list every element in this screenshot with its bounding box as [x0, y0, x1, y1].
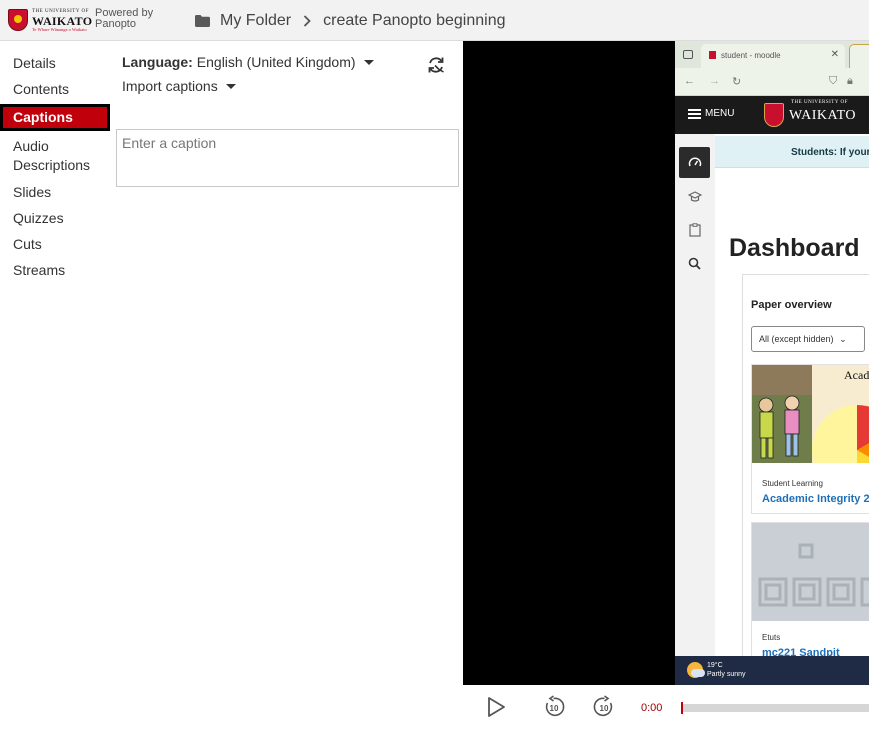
site-logo-text: WAIKATO: [789, 108, 857, 123]
waikato-logo[interactable]: THE UNIVERSITY OF WAIKATO Te Whare Wānan…: [8, 8, 92, 34]
site-menu-button: MENU: [688, 108, 734, 119]
course-card-image: Acad Inte: [752, 365, 869, 463]
weather-widget: 19°C Partly sunny: [707, 661, 746, 679]
rewind-10-button[interactable]: 10: [542, 695, 566, 719]
dashboard-title: Dashboard: [729, 234, 860, 262]
play-button[interactable]: [484, 695, 508, 719]
course-card: Etuts mc221 Sandpit: [751, 522, 869, 672]
panopto-brand-text: Panopto: [95, 18, 136, 30]
weather-temperature: 19°C: [707, 662, 723, 669]
browser-tab-title: student - moodle: [721, 51, 781, 60]
caption-input[interactable]: [116, 129, 459, 187]
forward-arrow-icon: →: [709, 75, 720, 87]
paper-overview-card: Paper overview All (except hidden) ⌄ Aca…: [742, 274, 869, 672]
search-icon: [679, 248, 710, 279]
breadcrumb-session-title: create Panopto beginning: [323, 12, 506, 29]
editor-sidebar: Details Contents Captions Audio Descript…: [0, 41, 110, 279]
browser-tab-bar: student - moodle ✕: [675, 41, 869, 68]
video-player[interactable]: student - moodle ✕ ← → ↻ ⛉ 🔒︎ MENU THE U…: [463, 41, 869, 685]
hamburger-icon: [688, 108, 701, 119]
top-bar: THE UNIVERSITY OF WAIKATO Te Whare Wānan…: [0, 0, 869, 41]
os-taskbar: 19°C Partly sunny: [675, 656, 869, 685]
dashboard-icon: [679, 147, 710, 178]
video-frame-screen-recording: student - moodle ✕ ← → ↻ ⛉ 🔒︎ MENU THE U…: [675, 41, 869, 685]
sidebar-item-quizzes[interactable]: Quizzes: [0, 210, 110, 227]
breadcrumb-folder-link[interactable]: My Folder: [220, 12, 291, 30]
browser-tab: student - moodle ✕: [701, 44, 845, 68]
import-captions-dropdown[interactable]: Import captions: [122, 78, 236, 94]
language-label: Language:: [122, 54, 193, 70]
refresh-icon[interactable]: [426, 55, 446, 75]
paper-overview-filter: All (except hidden) ⌄: [751, 326, 865, 352]
shield-icon: ⛉: [829, 75, 838, 87]
sidebar-item-slides[interactable]: Slides: [0, 184, 110, 201]
waikato-crest-icon: [8, 9, 28, 31]
timeline-scrubber[interactable]: [681, 702, 869, 714]
captions-panel: Language: English (United Kingdom) Impor…: [110, 41, 463, 729]
back-arrow-icon: ←: [684, 75, 695, 87]
language-value: English (United Kingdom): [196, 54, 356, 70]
course-name-link: Academic Integrity 2: [762, 493, 869, 505]
forward-10-button[interactable]: 10: [592, 695, 616, 719]
course-category: Etuts: [762, 633, 781, 642]
playhead[interactable]: [681, 702, 683, 714]
site-notice-banner: Students: If your: [715, 136, 869, 168]
waikato-crest-icon: [764, 103, 784, 127]
browser-tab-2: [849, 44, 869, 68]
sidebar-item-streams[interactable]: Streams: [0, 262, 110, 279]
close-icon: ✕: [830, 49, 839, 60]
chevron-down-icon: ⌄: [839, 334, 847, 344]
sidebar-item-details[interactable]: Details: [0, 55, 110, 72]
paper-overview-filter-value: All (except hidden): [759, 334, 834, 344]
folder-icon: [195, 15, 210, 27]
partly-sunny-icon: [687, 662, 705, 678]
caret-down-icon: [225, 83, 236, 89]
logo-motto: Te Whare Wānanga o Waikato: [32, 27, 87, 32]
clipboard-icon: [679, 214, 710, 245]
browser-url-bar: ← → ↻ ⛉ 🔒︎: [675, 68, 869, 96]
import-captions-label: Import captions: [122, 78, 218, 94]
favicon-icon: [709, 51, 716, 59]
course-card-wheel: [812, 405, 869, 463]
forward-seconds-label: 10: [600, 704, 609, 713]
course-card: Acad Inte Student Learning Academic Inte…: [751, 364, 869, 514]
rewind-seconds-label: 10: [550, 704, 559, 713]
weather-description: Partly sunny: [707, 671, 746, 678]
course-card-image: [752, 523, 869, 621]
site-notice-text: Students: If your: [791, 147, 869, 158]
course-card-illustration: [752, 365, 812, 463]
playback-controls: 10 10 0:00: [463, 685, 869, 729]
paper-overview-title: Paper overview: [751, 299, 832, 311]
site-logo-small: THE UNIVERSITY OF: [791, 100, 848, 105]
chevron-right-icon: [303, 15, 311, 27]
sidebar-item-captions[interactable]: Captions: [0, 104, 110, 131]
sidebar-item-audio-descriptions[interactable]: Audio Descriptions: [0, 137, 110, 175]
sidebar-item-contents[interactable]: Contents: [0, 81, 110, 98]
lock-icon: 🔒︎: [847, 75, 853, 87]
graduation-cap-icon: [679, 181, 710, 212]
course-category: Student Learning: [762, 479, 823, 488]
powered-by-panopto[interactable]: Powered by Panopto: [95, 8, 153, 30]
site-menu-label: MENU: [705, 108, 735, 119]
caret-down-icon: [363, 59, 374, 65]
site-header: MENU THE UNIVERSITY OF WAIKATO: [675, 96, 869, 134]
site-left-rail: [675, 134, 715, 656]
sidebar-item-cuts[interactable]: Cuts: [0, 236, 110, 253]
breadcrumb: My Folder create Panopto beginning: [195, 11, 506, 31]
language-selector[interactable]: Language: English (United Kingdom): [122, 54, 374, 70]
tab-overview-icon: [683, 50, 693, 59]
reload-icon: ↻: [732, 76, 742, 88]
current-time: 0:00: [641, 702, 663, 714]
course-card-image-text: Acad Inte: [844, 368, 869, 382]
